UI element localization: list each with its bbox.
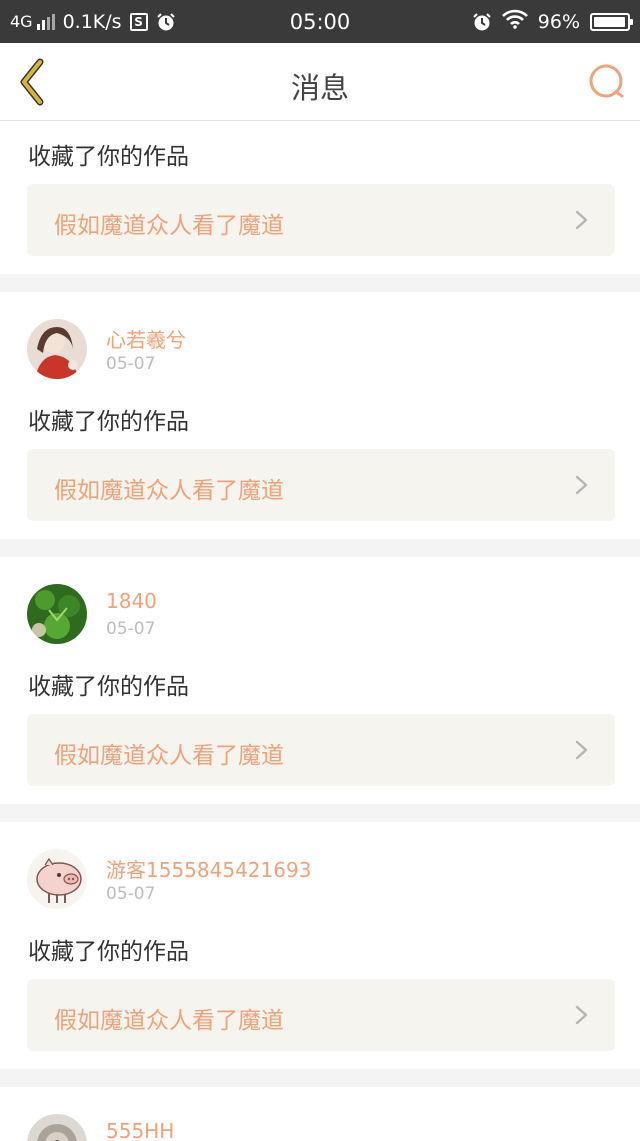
message-date: 05-07 xyxy=(106,354,156,374)
avatar[interactable] xyxy=(27,319,87,379)
nav-bar: 消息 xyxy=(0,43,640,121)
message-action-text: 收藏了你的作品 xyxy=(28,144,189,170)
avatar[interactable] xyxy=(27,1114,87,1141)
chevron-right-icon xyxy=(575,475,588,495)
message-card: 游客1555845421693 05-07 收藏了你的作品 假如魔道众人看了魔道 xyxy=(0,822,640,1069)
work-link[interactable]: 假如魔道众人看了魔道 xyxy=(27,714,615,786)
chevron-right-icon xyxy=(575,740,588,760)
s-badge-icon: S xyxy=(129,12,148,31)
back-button[interactable] xyxy=(14,57,54,107)
status-right: 96% xyxy=(472,0,633,43)
message-action-text: 收藏了你的作品 xyxy=(28,674,189,700)
work-title: 假如魔道众人看了魔道 xyxy=(54,1008,284,1034)
status-left: 4G 0.1K/s S xyxy=(10,0,176,43)
work-link[interactable]: 假如魔道众人看了魔道 xyxy=(27,449,615,521)
message-card: 收藏了你的作品 假如魔道众人看了魔道 xyxy=(0,121,640,274)
page-title: 消息 xyxy=(290,71,349,105)
battery-icon xyxy=(590,12,633,31)
wifi-icon xyxy=(501,9,528,34)
message-date: 05-07 xyxy=(106,884,156,904)
username[interactable]: 游客1555845421693 xyxy=(106,854,311,883)
work-title: 假如魔道众人看了魔道 xyxy=(54,213,284,239)
message-card: 心若羲兮 05-07 收藏了你的作品 假如魔道众人看了魔道 xyxy=(0,292,640,539)
message-date: 05-07 xyxy=(106,619,156,639)
status-bar: 4G 0.1K/s S 05:00 96% xyxy=(0,0,640,43)
message-card: 1840 05-07 收藏了你的作品 假如魔道众人看了魔道 xyxy=(0,557,640,804)
work-title: 假如魔道众人看了魔道 xyxy=(54,743,284,769)
chevron-right-icon xyxy=(575,210,588,230)
username[interactable]: 555HH xyxy=(106,1119,174,1141)
alarm-clock-icon xyxy=(472,12,492,32)
message-action-text: 收藏了你的作品 xyxy=(28,939,189,965)
search-button[interactable] xyxy=(588,63,626,101)
work-link[interactable]: 假如魔道众人看了魔道 xyxy=(27,184,615,256)
message-card: 555HH xyxy=(0,1087,640,1141)
signal-icon xyxy=(36,13,55,30)
username[interactable]: 心若羲兮 xyxy=(106,324,186,353)
work-title: 假如魔道众人看了魔道 xyxy=(54,478,284,504)
message-action-text: 收藏了你的作品 xyxy=(28,409,189,435)
search-icon xyxy=(589,64,624,98)
message-list[interactable]: 收藏了你的作品 假如魔道众人看了魔道 心若羲兮 05-07 收藏了你的作品 假如… xyxy=(0,121,640,1141)
avatar[interactable] xyxy=(27,584,87,644)
battery-percent: 96% xyxy=(537,10,580,33)
avatar[interactable] xyxy=(27,849,87,909)
work-link[interactable]: 假如魔道众人看了魔道 xyxy=(27,979,615,1051)
alarm-clock-icon xyxy=(156,12,176,32)
chevron-right-icon xyxy=(575,1005,588,1025)
chevron-left-icon xyxy=(20,58,44,106)
username[interactable]: 1840 xyxy=(106,589,157,613)
network-type: 4G xyxy=(10,12,33,31)
network-speed: 0.1K/s xyxy=(62,10,122,33)
